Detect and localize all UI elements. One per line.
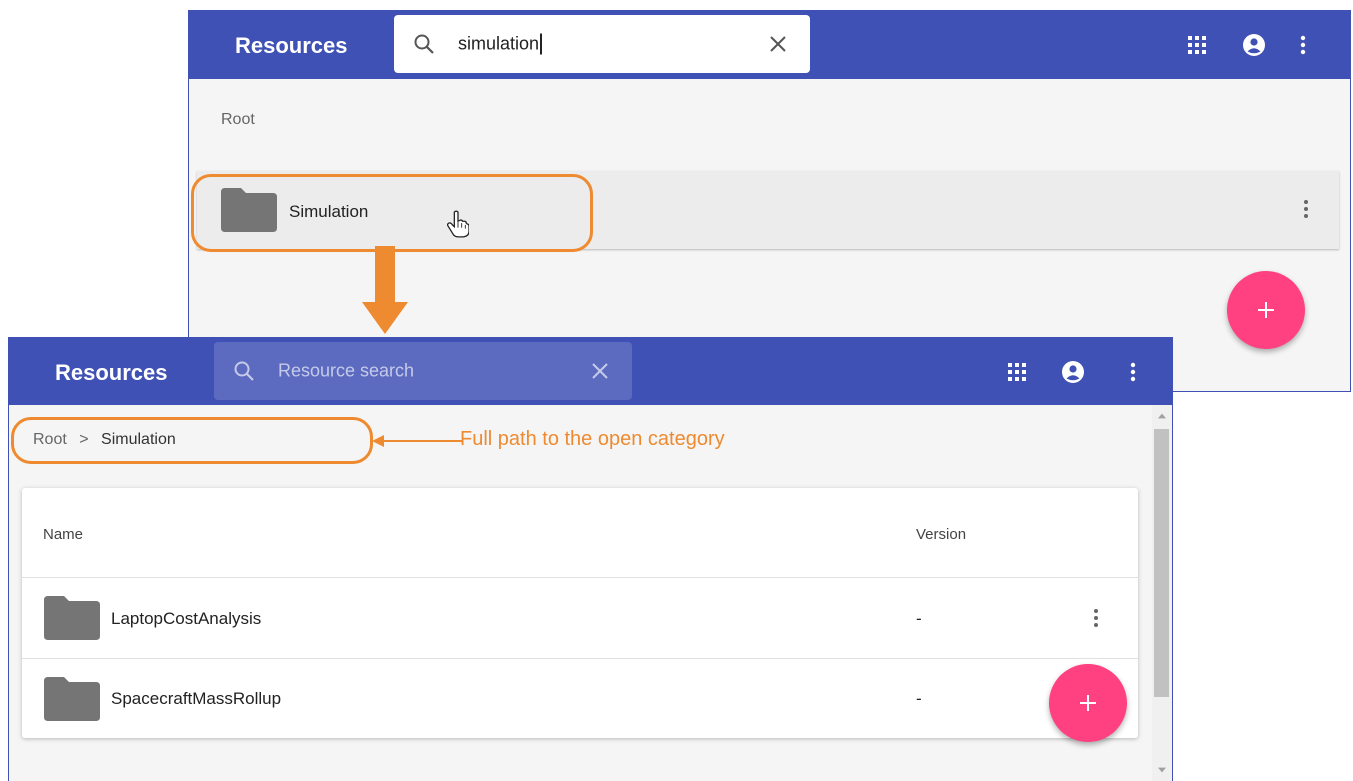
search-value: simulation: [458, 33, 543, 55]
add-resource-fab[interactable]: [1227, 271, 1305, 349]
account-circle-icon[interactable]: [1061, 360, 1085, 384]
folder-icon: [44, 596, 100, 640]
account-circle-icon[interactable]: [1242, 33, 1266, 57]
table-row[interactable]: SpacecraftMassRollup -: [22, 659, 1138, 738]
search-placeholder: Resource search: [278, 360, 415, 381]
app-title: Resources: [55, 360, 168, 385]
add-resource-fab[interactable]: [1049, 664, 1127, 742]
scroll-down-icon[interactable]: [1158, 767, 1166, 773]
more-vert-icon[interactable]: [1084, 606, 1108, 630]
close-icon[interactable]: [768, 34, 788, 54]
top-app-bar: Resources simulation: [189, 11, 1350, 79]
table-row[interactable]: LaptopCostAnalysis -: [22, 578, 1138, 658]
app-title: Resources: [235, 33, 348, 58]
plus-icon: [1258, 302, 1274, 318]
scrollbar-thumb[interactable]: [1154, 429, 1169, 697]
bottom-window: Resources Resource search Root > Simulat…: [8, 337, 1173, 781]
down-arrow-icon: [362, 246, 408, 334]
column-header-name[interactable]: Name: [43, 526, 83, 543]
scroll-up-icon[interactable]: [1158, 413, 1166, 419]
left-arrow-icon: [372, 435, 462, 447]
simulation-highlight: [191, 174, 593, 252]
row-version: -: [916, 689, 922, 708]
plus-icon: [1080, 695, 1096, 711]
bottom-app-bar: Resources Resource search: [9, 338, 1172, 405]
more-vert-icon[interactable]: [1291, 33, 1315, 57]
scrollbar[interactable]: [1152, 405, 1172, 781]
column-header-version[interactable]: Version: [916, 526, 966, 543]
apps-grid-icon[interactable]: [1185, 33, 1209, 57]
search-icon: [234, 361, 254, 381]
more-vert-icon[interactable]: [1121, 360, 1145, 384]
search-icon: [414, 34, 434, 54]
search-input[interactable]: Resource search: [214, 342, 632, 400]
apps-grid-icon[interactable]: [1005, 360, 1029, 384]
more-vert-icon[interactable]: [1294, 197, 1318, 221]
resource-table: Name Version LaptopCostAnalysis - Spacec…: [22, 488, 1138, 738]
breadcrumb-highlight: [11, 417, 373, 464]
breadcrumb-root[interactable]: Root: [221, 111, 255, 129]
close-icon[interactable]: [590, 361, 610, 381]
row-name: SpacecraftMassRollup: [111, 689, 282, 708]
row-version: -: [916, 609, 922, 628]
search-input[interactable]: simulation: [394, 15, 810, 73]
folder-icon: [44, 677, 100, 721]
row-name: LaptopCostAnalysis: [111, 609, 262, 628]
annotation-text: Full path to the open category: [460, 428, 725, 450]
